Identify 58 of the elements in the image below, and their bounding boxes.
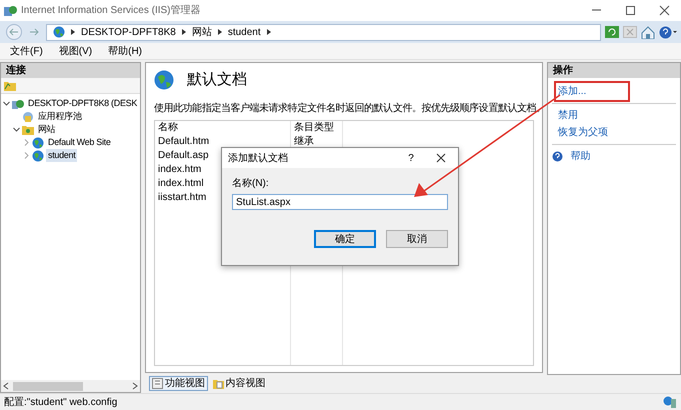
- scroll-right-icon[interactable]: [132, 382, 138, 390]
- globe-icon: [154, 70, 174, 90]
- collapse-icon[interactable]: [13, 126, 20, 133]
- server-icon: [12, 98, 24, 110]
- column-header[interactable]: 名称: [155, 121, 291, 135]
- dialog-button[interactable]: 取消: [386, 230, 448, 248]
- status-text: 配置:"student" web.config: [4, 396, 118, 410]
- breadcrumb-arrow-icon: [182, 29, 186, 35]
- page-title: 默认文档: [187, 70, 247, 90]
- globe-icon: [32, 150, 44, 162]
- menu-item[interactable]: 帮助(H): [108, 44, 142, 58]
- tree-item[interactable]: 应用程序池: [36, 110, 84, 124]
- dialog-help-button[interactable]: ?: [398, 150, 424, 166]
- dialog-button[interactable]: 确定: [314, 230, 376, 248]
- tree-item[interactable]: Default Web Site: [46, 136, 113, 150]
- help-icon: [552, 151, 563, 162]
- help-icon[interactable]: [659, 26, 677, 38]
- tree-item[interactable]: student: [46, 148, 78, 162]
- panel-header: 连接: [1, 63, 140, 78]
- home-icon[interactable]: [641, 26, 655, 38]
- action-link[interactable]: 禁用: [556, 107, 680, 124]
- grid-view-icon: [152, 378, 163, 388]
- field-label: 名称(N):: [232, 177, 270, 191]
- address-field[interactable]: DESKTOP-DPFT8K8 网站 student: [46, 24, 601, 40]
- app-icon: [4, 4, 17, 16]
- network-status-icon: [663, 396, 677, 408]
- view-tab[interactable]: 内容视图: [210, 376, 268, 390]
- name-field[interactable]: StuList.aspx: [232, 194, 448, 210]
- table-cell[interactable]: Default.htm: [155, 135, 291, 149]
- breadcrumb-arrow-icon: [71, 29, 75, 35]
- dialog-title: 添加默认文档: [228, 152, 289, 166]
- table-cell-text: 继承: [293, 135, 315, 149]
- breadcrumb-arrow-icon: [266, 29, 271, 35]
- refresh-icon[interactable]: [605, 26, 619, 38]
- view-tab[interactable]: 功能视图: [149, 376, 208, 390]
- breadcrumb-arrow-icon: [218, 29, 222, 35]
- sites-folder-icon: [22, 124, 34, 136]
- action-link[interactable]: 帮助: [568, 148, 592, 165]
- column-header[interactable]: 条目类型: [291, 121, 343, 135]
- maximize-icon[interactable]: [624, 5, 636, 16]
- action-link[interactable]: 恢复为父项: [556, 124, 680, 141]
- app-pool-icon: [22, 110, 34, 122]
- menu-item[interactable]: 视图(V): [58, 44, 92, 58]
- scrollbar-thumb[interactable]: [13, 382, 83, 390]
- close-icon[interactable]: [658, 5, 670, 16]
- folder-icon[interactable]: [4, 80, 16, 91]
- close-icon[interactable]: [436, 153, 446, 163]
- collapse-icon[interactable]: [3, 100, 10, 107]
- globe-icon: [53, 26, 65, 38]
- tree-item[interactable]: 网站: [36, 122, 58, 136]
- window-title: Internet Information Services (IIS)管理器: [21, 4, 202, 18]
- tree-item[interactable]: DESKTOP-DPFT8K8 (DESK: [26, 96, 140, 110]
- panel-header: 操作: [548, 63, 680, 78]
- menu-item[interactable]: 文件(F): [10, 44, 43, 58]
- action-link[interactable]: 添加...: [556, 83, 628, 100]
- scroll-left-icon[interactable]: [3, 382, 9, 390]
- globe-icon: [32, 136, 44, 148]
- content-view-icon: [212, 378, 224, 388]
